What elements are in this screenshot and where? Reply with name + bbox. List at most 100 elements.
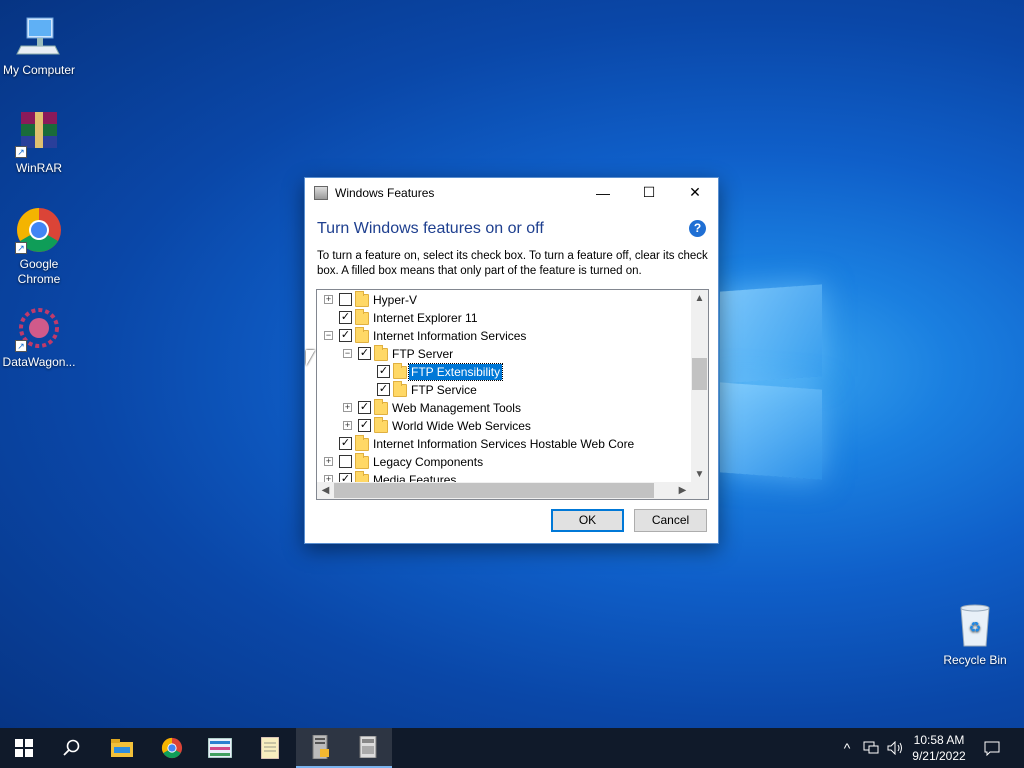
feature-row[interactable]: + ✓ World Wide Web Services (317, 417, 691, 435)
vertical-scrollbar[interactable]: ▲ ▼ (691, 290, 708, 483)
feature-row[interactable]: − ✓ Internet Information Services (317, 327, 691, 345)
action-center-icon[interactable] (980, 728, 1004, 768)
desktop-icon-label: DataWagon... (2, 355, 76, 369)
feature-checkbox[interactable]: ✓ (377, 365, 390, 378)
feature-row[interactable]: + Hyper-V (317, 291, 691, 309)
title-bar[interactable]: Windows Features — ☐ ✕ (305, 178, 718, 207)
feature-label[interactable]: Legacy Components (371, 454, 485, 470)
ok-button[interactable]: OK (551, 509, 624, 532)
feature-label[interactable]: Web Management Tools (390, 400, 523, 416)
feature-label[interactable]: World Wide Web Services (390, 418, 533, 434)
network-icon[interactable] (860, 728, 882, 768)
server-manager-icon (312, 735, 329, 759)
vertical-scroll-thumb[interactable] (692, 358, 707, 390)
folder-icon (374, 345, 388, 361)
taskbar-chrome[interactable] (148, 728, 196, 768)
feature-row[interactable]: − ✓ FTP Server (317, 345, 691, 363)
features-tree: + Hyper-V ✓ Internet Explorer 11− ✓ Internet … (316, 289, 709, 500)
feature-label[interactable]: Internet Explorer 11 (371, 310, 480, 326)
desktop-icon-google-chrome[interactable]: ↗ Google Chrome (0, 206, 79, 287)
feature-label[interactable]: Internet Information Services (371, 328, 528, 344)
folder-icon (393, 363, 407, 379)
cancel-button[interactable]: Cancel (634, 509, 707, 532)
feature-label[interactable]: FTP Service (409, 382, 479, 398)
file-explorer-icon (111, 739, 133, 757)
feature-label[interactable]: FTP Extensibility (407, 363, 504, 381)
feature-checkbox[interactable]: ✓ (358, 419, 371, 432)
feature-checkbox[interactable]: ✓ (377, 383, 390, 396)
mouse-cursor-icon (306, 350, 315, 366)
collapse-icon[interactable]: − (324, 331, 333, 340)
feature-label[interactable]: Hyper-V (371, 292, 419, 308)
feature-checkbox[interactable]: ✓ (358, 401, 371, 414)
datawagon-icon: ↗ (15, 304, 63, 352)
expand-icon[interactable]: + (343, 403, 352, 412)
feature-checkbox[interactable] (339, 293, 352, 306)
feature-row[interactable]: ✓ Internet Explorer 11 (317, 309, 691, 327)
desktop-icon-my-computer[interactable]: My Computer (0, 12, 79, 78)
features-tree-list: + Hyper-V ✓ Internet Explorer 11− ✓ Internet … (317, 290, 691, 483)
feature-checkbox[interactable]: ✓ (339, 437, 352, 450)
start-icon (15, 739, 33, 757)
scrollbar-corner (691, 482, 708, 499)
windows-features-icon (359, 736, 377, 758)
taskbar-notepad[interactable] (246, 728, 294, 768)
control-panel-icon (208, 738, 232, 758)
feature-row[interactable]: + Legacy Components (317, 453, 691, 471)
minimize-button[interactable]: — (580, 178, 626, 207)
desktop-icon-winrar[interactable]: ↗ WinRAR (0, 110, 79, 176)
feature-label[interactable]: FTP Server (390, 346, 455, 362)
feature-row[interactable]: ✓ FTP Extensibility (317, 363, 691, 381)
window-title: Windows Features (335, 185, 435, 200)
feature-checkbox[interactable]: ✓ (358, 347, 371, 360)
search-button[interactable] (48, 728, 96, 768)
taskbar-clock[interactable]: 10:58 AM 9/21/2022 (904, 732, 974, 764)
desktop-icon-label: Recycle Bin (943, 653, 1007, 667)
notepad-icon (261, 737, 279, 759)
feature-row[interactable]: + ✓ Web Management Tools (317, 399, 691, 417)
folder-icon (374, 417, 388, 433)
feature-label[interactable]: Internet Information Services Hostable W… (371, 436, 636, 452)
feature-row[interactable]: ✓ Internet Information Services Hostable … (317, 435, 691, 453)
feature-checkbox[interactable] (339, 455, 352, 468)
horizontal-scrollbar[interactable]: ◀ ▶ (317, 482, 691, 499)
scroll-right-icon[interactable]: ▶ (674, 482, 691, 499)
volume-icon[interactable] (884, 728, 906, 768)
shortcut-arrow-icon: ↗ (15, 146, 27, 158)
start-button[interactable] (0, 728, 48, 768)
horizontal-scroll-thumb[interactable] (334, 483, 654, 498)
taskbar-windows-features[interactable] (344, 728, 392, 768)
scroll-left-icon[interactable]: ◀ (317, 482, 334, 499)
feature-checkbox[interactable]: ✓ (339, 311, 352, 324)
scroll-down-icon[interactable]: ▼ (691, 466, 708, 483)
desktop-icon-datawagon[interactable]: ↗ DataWagon... (0, 304, 79, 370)
feature-checkbox[interactable]: ✓ (339, 329, 352, 342)
taskbar-file-explorer[interactable] (98, 728, 146, 768)
folder-icon (355, 291, 369, 307)
show-hidden-icons-button[interactable]: ^ (838, 728, 856, 768)
folder-icon (374, 399, 388, 415)
expand-icon[interactable]: + (324, 457, 333, 466)
chrome-icon (161, 737, 183, 759)
clock-date: 9/21/2022 (912, 749, 966, 763)
taskbar-server-manager[interactable] (296, 728, 344, 768)
clock-time: 10:58 AM (913, 733, 965, 747)
computer-icon (15, 12, 63, 60)
shortcut-arrow-icon: ↗ (15, 242, 27, 254)
windows-features-dialog: Windows Features — ☐ ✕ Turn Windows feat… (304, 177, 719, 544)
feature-row[interactable]: ✓ FTP Service (317, 381, 691, 399)
folder-icon (355, 453, 369, 469)
folder-icon (355, 309, 369, 325)
collapse-icon[interactable]: − (343, 349, 352, 358)
help-icon[interactable]: ? (689, 220, 706, 237)
expand-icon[interactable]: + (324, 295, 333, 304)
scroll-up-icon[interactable]: ▲ (691, 290, 708, 307)
desktop-icon-recycle-bin[interactable]: ♻ Recycle Bin (935, 602, 1015, 668)
recycle-bin-icon: ♻ (951, 602, 999, 650)
desktop-icon-label: Google Chrome (17, 257, 61, 286)
close-button[interactable]: ✕ (672, 178, 718, 207)
chrome-icon: ↗ (15, 206, 63, 254)
expand-icon[interactable]: + (343, 421, 352, 430)
taskbar-control-panel[interactable] (196, 728, 244, 768)
maximize-button[interactable]: ☐ (626, 178, 672, 207)
